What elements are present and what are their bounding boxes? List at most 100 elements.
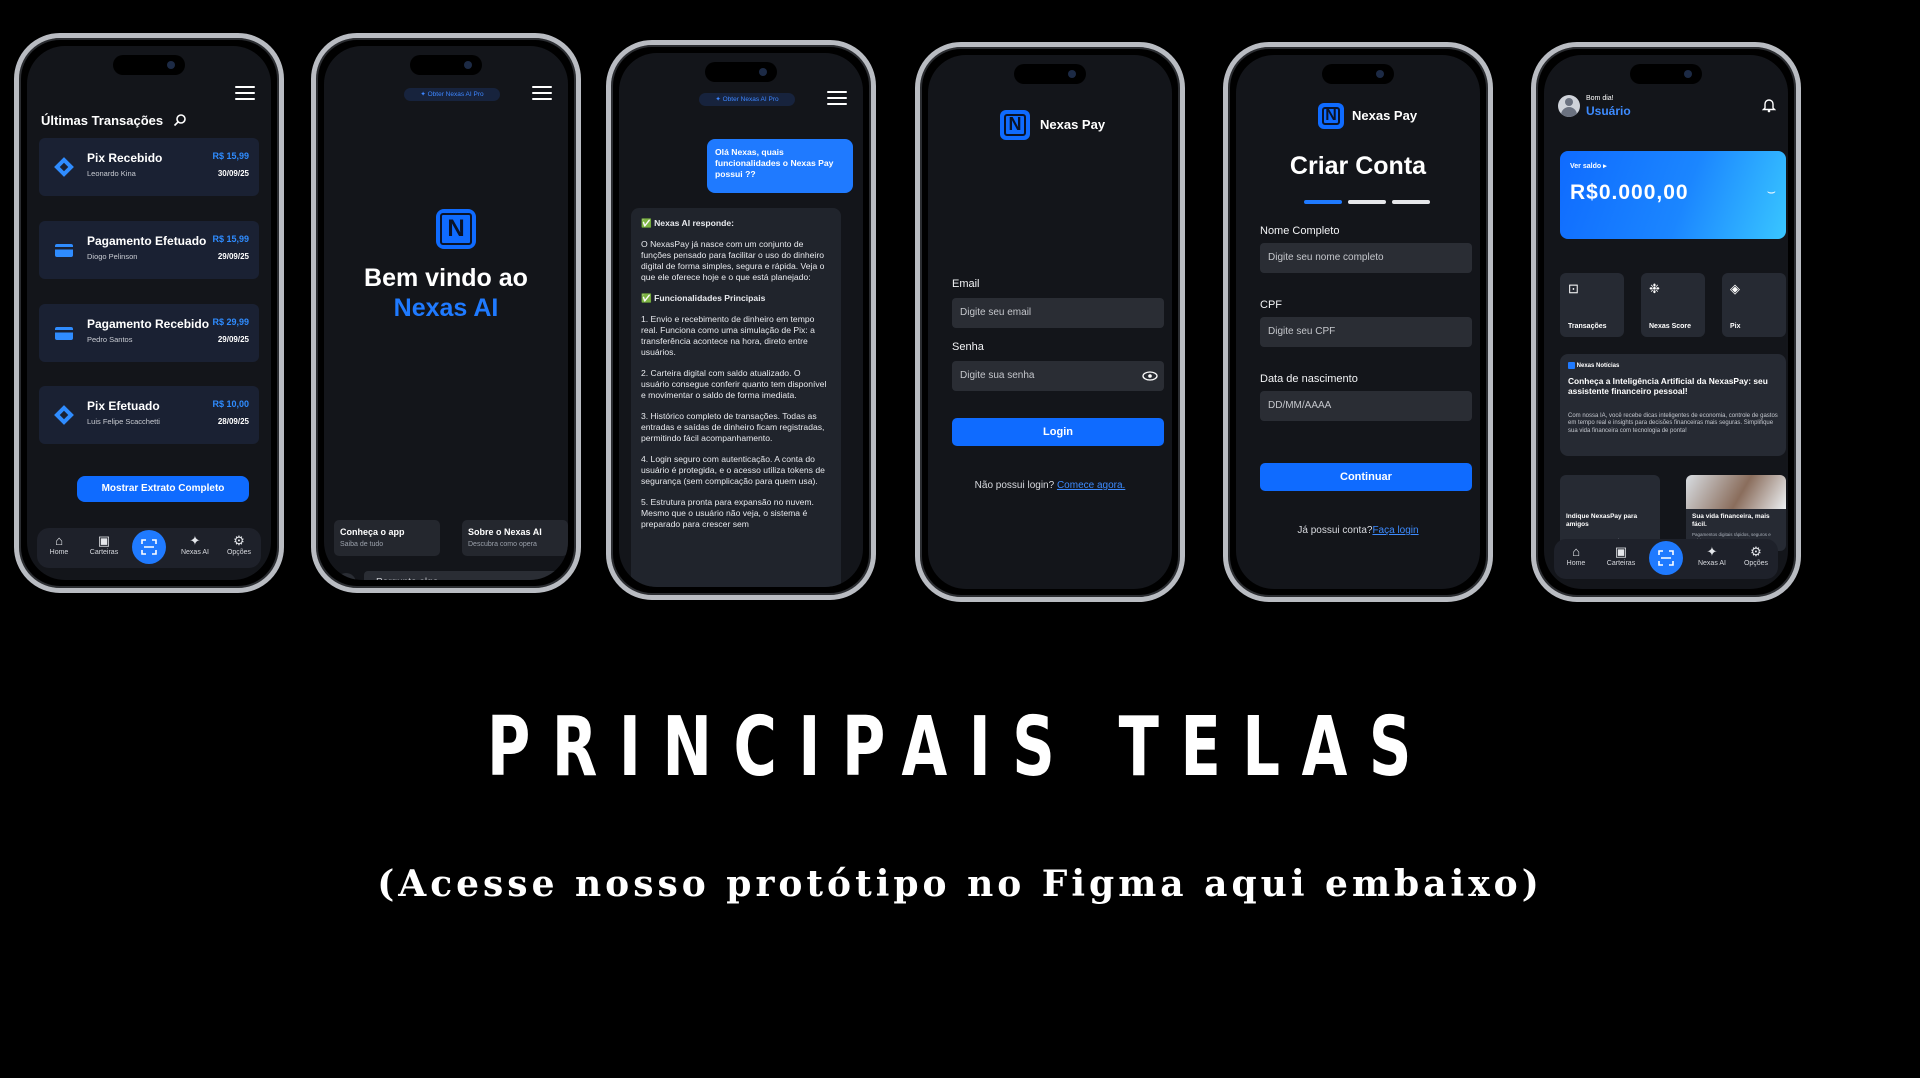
eye-closed-icon[interactable]: ⌣ [1767,183,1776,200]
menu-icon[interactable] [532,86,552,100]
transaction-card[interactable]: Pagamento Recebido Pedro Santos R$ 29,99… [39,304,259,362]
balance-card[interactable]: Ver saldo ▸ R$0.000,00 ⌣ [1560,151,1786,239]
quick-prompt-about-app[interactable]: Conheça o app Saiba de tudo [334,520,440,556]
no-login-text: Não possui login? [974,480,1055,491]
transactions-icon: ⊡ [1568,281,1579,296]
step [1348,200,1386,204]
password-field[interactable]: Digite sua senha [952,361,1164,391]
step-active [1304,200,1342,204]
phone-home: Bom dia! Usuário Ver saldo ▸ R$0.000,00 … [1531,42,1801,602]
scan-button[interactable] [132,530,166,564]
pro-pill[interactable]: ✦ Obter Nexas AI Pro [699,93,795,106]
nav-label: Opções [226,549,252,556]
pro-pill[interactable]: ✦ Obter Nexas AI Pro [404,88,500,101]
phone-login: N Nexas Pay Email Digite seu email Senha… [915,42,1185,602]
ai-paragraph: 2. Carteira digital com saldo atualizado… [641,368,827,400]
page-title: Criar Conta [1289,152,1427,180]
nav-wallets[interactable]: ▣ Carteiras [1601,544,1641,567]
welcome-title: Bem vindo ao [364,264,528,292]
have-account-text: Já possui conta? [1297,525,1373,536]
transaction-amount: R$ 15,99 [212,234,249,244]
nav-options[interactable]: ⚙ Opções [219,533,259,556]
login-button[interactable]: Login [952,418,1164,446]
menu-icon[interactable] [827,91,847,105]
transaction-date: 29/09/25 [217,335,249,344]
nav-options[interactable]: ⚙ Opções [1736,544,1776,567]
signup-link[interactable]: Comece agora. [1057,480,1125,491]
continue-button[interactable]: Continuar [1260,463,1472,491]
news-card[interactable]: Nexas Notícias Conheça a Inteligência Ar… [1560,354,1786,456]
nav-ai[interactable]: ✦ Nexas AI [175,533,215,556]
transaction-title: Pix Efetuado [87,399,160,413]
news-tag-text: Nexas Notícias [1576,363,1620,370]
phone-nexas-ai-chat: ✦ Obter Nexas AI Pro Olá Nexas, quais fu… [606,40,876,600]
dob-label: Data de nascimento [1260,373,1358,385]
pix-icon [54,157,74,177]
screen: Bom dia! Usuário Ver saldo ▸ R$0.000,00 … [1544,55,1788,589]
dob-field[interactable]: DD/MM/AAAA [1260,391,1472,421]
brand-name: Nexas Pay [1040,117,1106,132]
menu-icon[interactable] [235,86,255,100]
news-body: Com nossa IA, você recebe dicas intelige… [1568,413,1778,434]
section-heading: PRINCIPAIS TELAS [486,700,1434,795]
transaction-name: Leonardo Kina [87,169,136,178]
home-icon: ⌂ [55,533,63,548]
transaction-card[interactable]: Pix Efetuado Luis Felipe Scacchetti R$ 1… [39,386,259,444]
nav-home[interactable]: ⌂ Home [1556,544,1596,567]
step-indicator [1304,200,1430,204]
quick-title: Conheça o app [340,527,405,537]
tile-label: Transações [1568,323,1607,330]
tile-nexas-score[interactable]: ❉ Nexas Score [1641,273,1705,337]
gear-icon: ⚙ [233,533,245,548]
add-icon[interactable]: + [336,573,356,580]
transaction-card[interactable]: Pix Recebido Leonardo Kina R$ 15,99 30/0… [39,138,259,196]
ai-paragraph: 3. Histórico completo de transações. Tod… [641,411,825,443]
transaction-name: Pedro Santos [87,335,133,344]
name-field[interactable]: Digite seu nome completo [1260,243,1472,273]
gear-icon: ⚙ [1750,544,1762,559]
show-statement-button[interactable]: Mostrar Extrato Completo [77,476,249,502]
transaction-name: Luis Felipe Scacchetti [87,417,160,426]
page-title: Últimas Transações [41,113,164,128]
balance-label-text: Ver saldo [1570,163,1602,170]
quick-subtitle: Descubra como opera [468,541,537,548]
email-field[interactable]: Digite seu email [952,298,1164,328]
nav-label: Home [1566,560,1586,567]
tile-pix[interactable]: ◈ Pix [1722,273,1786,337]
scan-button[interactable] [1649,541,1683,575]
wallet-icon: ▣ [97,533,111,548]
ai-paragraph: 4. Login seguro com autenticação. A cont… [641,454,825,486]
pix-icon: ◈ [1730,281,1740,296]
eye-icon[interactable] [1142,371,1158,381]
tile-transactions[interactable]: ⊡ Transações [1560,273,1624,337]
ai-paragraph: 5. Estrutura pronta para expansão no nuv… [641,497,814,529]
nav-label: Carteiras [89,549,119,556]
score-icon: ❉ [1649,281,1660,296]
quick-prompt-about-ai[interactable]: Sobre o Nexas AI Descubra como opera [462,520,568,556]
avatar[interactable] [1558,95,1580,117]
transaction-card[interactable]: Pagamento Efetuado Diogo Pelinson R$ 15,… [39,221,259,279]
transaction-name: Diogo Pelinson [87,252,138,261]
balance-label[interactable]: Ver saldo ▸ [1570,162,1607,170]
dynamic-island [1014,64,1086,84]
dynamic-island [705,62,777,82]
login-link[interactable]: Faça login [1372,525,1418,536]
check-icon: ✅ [641,218,655,228]
ask-input[interactable]: Pergunte algo [364,571,568,580]
home-icon: ⌂ [1572,544,1580,559]
transaction-title: Pix Recebido [87,151,163,165]
dynamic-island [410,55,482,75]
promo-photo [1560,475,1660,509]
balance-value: R$0.000,00 [1570,181,1689,204]
screen: N Nexas Pay Criar Conta Nome Completo Di… [1236,55,1480,589]
nav-home[interactable]: ⌂ Home [39,533,79,556]
cpf-field[interactable]: Digite seu CPF [1260,317,1472,347]
welcome-brand: Nexas AI [393,294,499,322]
sparkle-icon: ✦ [420,91,428,98]
bell-icon[interactable] [1762,97,1776,113]
nav-wallets[interactable]: ▣ Carteiras [84,533,124,556]
dynamic-island [1630,64,1702,84]
search-icon[interactable] [173,113,187,127]
nav-ai[interactable]: ✦ Nexas AI [1692,544,1732,567]
transaction-amount: R$ 15,99 [212,151,249,161]
